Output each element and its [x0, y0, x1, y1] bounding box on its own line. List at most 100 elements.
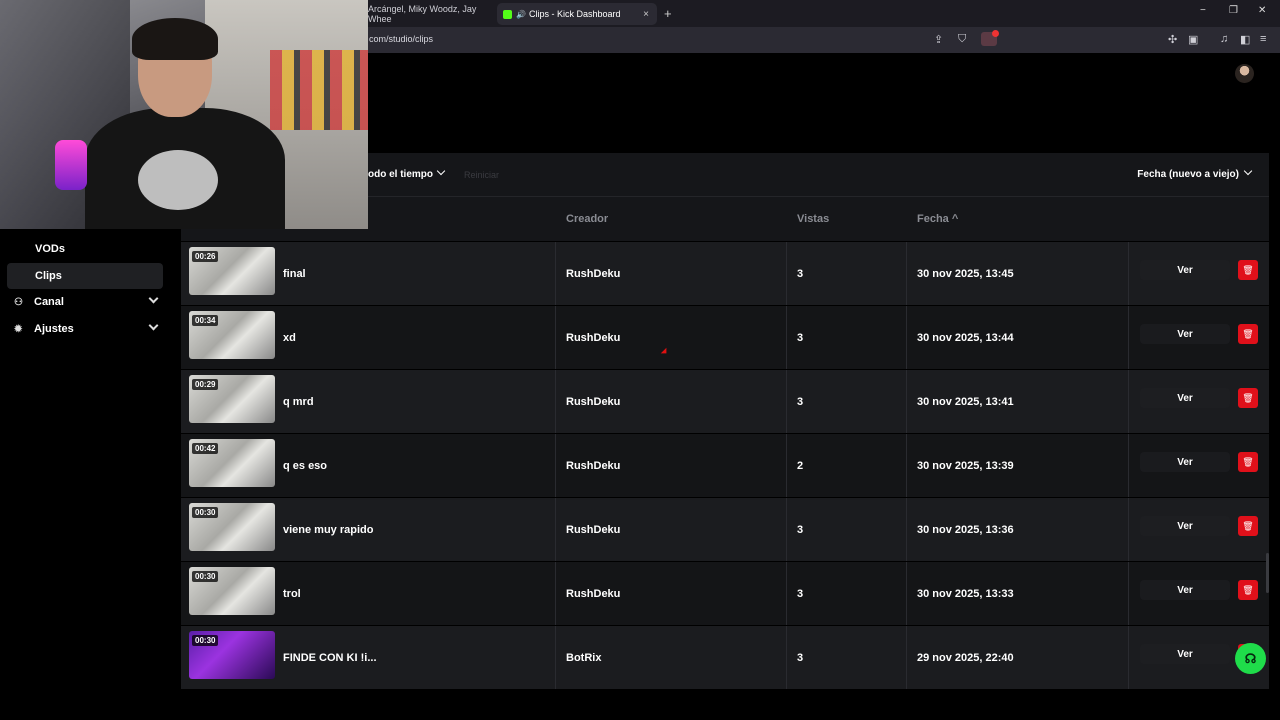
- chevron-down-icon: [148, 320, 159, 331]
- clip-views: 3: [797, 268, 804, 280]
- clip-date: 30 nov 2025, 13:39: [917, 460, 1014, 472]
- sidebar-item-label: VODs: [35, 243, 65, 255]
- sidebar-item-vods[interactable]: VODs: [7, 236, 163, 262]
- restore-button[interactable]: ❐: [1229, 5, 1238, 16]
- clip-thumbnail[interactable]: 00:34: [189, 311, 275, 359]
- url-field[interactable]: com/studio/clips: [369, 34, 433, 44]
- column-divider: [555, 306, 556, 369]
- clip-title: q mrd: [283, 396, 314, 408]
- delete-clip-button[interactable]: 🗑: [1238, 260, 1258, 280]
- close-window-button[interactable]: ✕: [1258, 5, 1266, 16]
- column-header-views[interactable]: Vistas: [797, 213, 829, 225]
- sidebar-item-label: Canal: [34, 296, 64, 308]
- delete-clip-button[interactable]: 🗑: [1238, 388, 1258, 408]
- minimize-button[interactable]: −: [1200, 5, 1206, 16]
- sort-label: Fecha (nuevo a viejo): [1137, 169, 1239, 180]
- trash-icon: 🗑: [1242, 328, 1254, 339]
- brave-shield-icon[interactable]: ⛉: [958, 33, 966, 46]
- trash-icon: 🗑: [1242, 520, 1254, 531]
- view-clip-button[interactable]: Ver: [1140, 452, 1230, 472]
- column-divider: [906, 498, 907, 561]
- clip-duration: 00:34: [192, 315, 219, 326]
- view-clip-button[interactable]: Ver: [1140, 516, 1230, 536]
- tab-search-icon[interactable]: ▣: [1188, 33, 1198, 46]
- clip-thumbnail[interactable]: 00:26: [189, 247, 275, 295]
- chat-icon: ☊: [1244, 650, 1257, 666]
- table-row[interactable]: 00:29 q mrd RushDeku 3 30 nov 2025, 13:41 Ver…: [181, 369, 1269, 433]
- clip-date: 30 nov 2025, 13:33: [917, 588, 1014, 600]
- clip-views: 3: [797, 396, 804, 408]
- sidebar-item-canal[interactable]: ⚇ Canal: [7, 289, 163, 315]
- brave-rewards-icon[interactable]: [981, 30, 999, 46]
- clip-date: 30 nov 2025, 13:36: [917, 524, 1014, 536]
- delete-clip-button[interactable]: 🗑: [1238, 324, 1258, 344]
- trash-icon: 🗑: [1242, 584, 1254, 595]
- clip-creator: RushDeku: [566, 396, 621, 408]
- sidebar-item-label: Ajustes: [34, 323, 74, 335]
- menu-icon[interactable]: ≡: [1260, 33, 1266, 45]
- new-tab-button[interactable]: +: [664, 6, 672, 21]
- sidebar-icon[interactable]: ◧: [1240, 33, 1250, 46]
- clip-date: 29 nov 2025, 22:40: [917, 652, 1014, 664]
- clip-duration: 00:30: [192, 635, 219, 646]
- time-range-dropdown[interactable]: odo el tiempo: [368, 166, 446, 180]
- clip-title: q es eso: [283, 460, 328, 472]
- delete-clip-button[interactable]: 🗑: [1238, 516, 1258, 536]
- table-row[interactable]: 00:34 xd RushDeku 3 30 nov 2025, 13:44 Ver 🗑: [181, 305, 1269, 369]
- column-header-creator[interactable]: Creador: [566, 213, 608, 225]
- chevron-down-icon: [436, 166, 446, 176]
- clip-creator: RushDeku: [566, 268, 621, 280]
- clip-title: FINDE CON KI !i...: [283, 652, 377, 664]
- clips-table: Creador Vistas Fecha ^ 00:26 final RushDek…: [181, 197, 1269, 689]
- column-divider: [906, 306, 907, 369]
- clip-thumbnail[interactable]: 00:29: [189, 375, 275, 423]
- table-row[interactable]: 00:30 viene muy rapido RushDeku 3 30 nov 202…: [181, 497, 1269, 561]
- clip-thumbnail[interactable]: 00:30: [189, 567, 275, 615]
- clip-duration: 00:29: [192, 379, 219, 390]
- gear-icon: ✹: [14, 323, 23, 335]
- clip-title: xd: [283, 332, 296, 344]
- table-body: 00:26 final RushDeku 3 30 nov 2025, 13:45 Ver…: [181, 241, 1269, 689]
- help-chat-button[interactable]: ☊: [1235, 643, 1266, 674]
- delete-clip-button[interactable]: 🗑: [1238, 452, 1258, 472]
- close-tab-icon[interactable]: ×: [643, 9, 649, 20]
- music-icon[interactable]: ♫: [1220, 33, 1228, 45]
- column-divider: [786, 626, 787, 689]
- clip-creator: BotRix: [566, 652, 602, 664]
- table-row[interactable]: 00:26 final RushDeku 3 30 nov 2025, 13:45 Ver…: [181, 241, 1269, 305]
- table-row[interactable]: 00:42 q es eso RushDeku 2 30 nov 2025, 13:39…: [181, 433, 1269, 497]
- scrollbar[interactable]: [1266, 553, 1269, 593]
- table-row[interactable]: 00:30 trol RushDeku 3 30 nov 2025, 13:33 Ver 🗑: [181, 561, 1269, 625]
- view-clip-button[interactable]: Ver: [1140, 324, 1230, 344]
- clip-thumbnail[interactable]: 00:30: [189, 503, 275, 551]
- user-avatar[interactable]: [1235, 64, 1254, 83]
- column-header-date[interactable]: Fecha ^: [917, 213, 958, 225]
- extensions-icon[interactable]: ✣: [1168, 33, 1177, 46]
- clip-creator: RushDeku: [566, 332, 621, 344]
- speaker-icon[interactable]: 🔊: [516, 10, 526, 19]
- sidebar-item-clips[interactable]: Clips: [7, 263, 163, 289]
- sort-dropdown[interactable]: Fecha (nuevo a viejo): [1137, 166, 1253, 180]
- column-divider: [786, 498, 787, 561]
- view-clip-button[interactable]: Ver: [1140, 644, 1230, 664]
- table-row[interactable]: 00:30 FINDE CON KI !i... BotRix 3 29 nov 202…: [181, 625, 1269, 689]
- view-clip-button[interactable]: Ver: [1140, 388, 1230, 408]
- webcam-overlay: [0, 0, 368, 229]
- share-icon[interactable]: ⇪: [934, 33, 943, 46]
- column-divider: [1128, 434, 1129, 497]
- view-clip-button[interactable]: Ver: [1140, 260, 1230, 280]
- browser-tab-music[interactable]: Arcángel, Miky Woodz, Jay Whee: [368, 3, 488, 25]
- sidebar-item-ajustes[interactable]: ✹ Ajustes: [7, 316, 163, 342]
- clip-thumbnail[interactable]: 00:30: [189, 631, 275, 679]
- column-divider: [555, 434, 556, 497]
- column-divider: [1128, 370, 1129, 433]
- reset-button[interactable]: Reiniciar: [464, 170, 499, 180]
- chevron-down-icon: [148, 293, 159, 304]
- delete-clip-button[interactable]: 🗑: [1238, 580, 1258, 600]
- column-divider: [786, 434, 787, 497]
- column-divider: [786, 370, 787, 433]
- browser-tab-kick-dashboard[interactable]: 🔊 Clips - Kick Dashboard ×: [497, 3, 657, 25]
- clip-creator: RushDeku: [566, 524, 621, 536]
- view-clip-button[interactable]: Ver: [1140, 580, 1230, 600]
- clip-thumbnail[interactable]: 00:42: [189, 439, 275, 487]
